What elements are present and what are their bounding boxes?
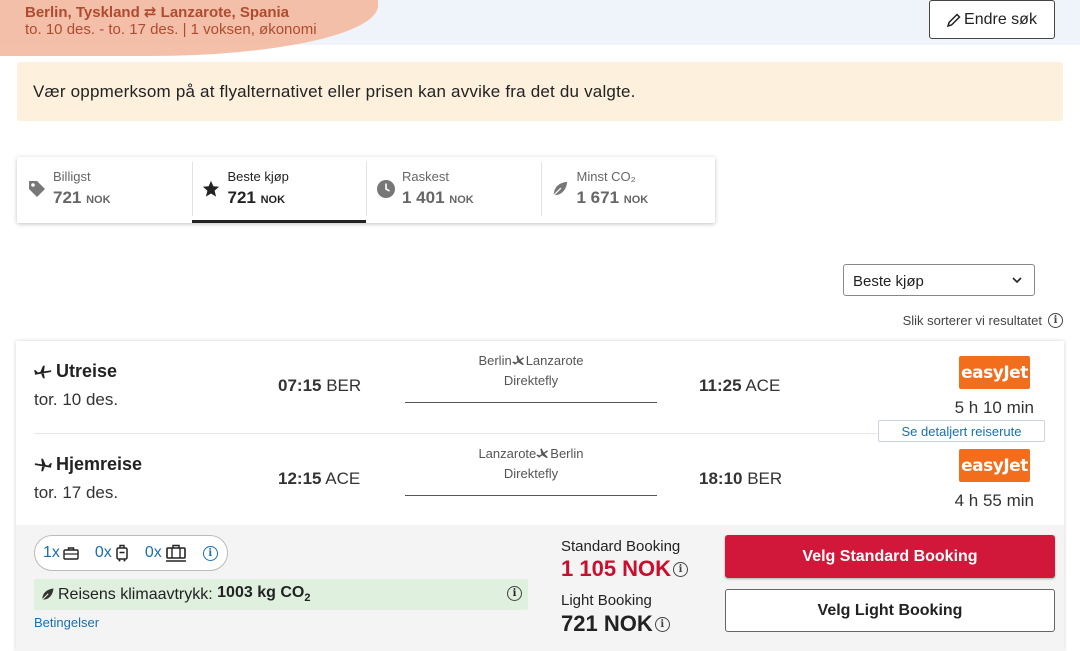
price-warning: Vær oppmerksom på at flyalternativet ell…	[17, 62, 1063, 121]
outbound-route: Berlin Lanzarote Direktefly	[405, 353, 657, 388]
sort-help-link[interactable]: Slik sorterer vi resultatet i	[903, 313, 1063, 328]
tab-label: Billigst	[53, 169, 91, 184]
tab-label: Raskest	[402, 169, 449, 184]
plane-arrival-icon	[34, 458, 52, 471]
destination-city: Lanzarote	[525, 353, 584, 368]
sort-select[interactable]: Beste kjøp	[843, 264, 1035, 296]
sort-select-value: Beste kjøp	[853, 273, 924, 290]
flight-type: Direktefly	[503, 466, 559, 481]
route-line	[405, 495, 657, 496]
route-title: Berlin, Tyskland ⇄ Lanzarote, Spania	[25, 4, 290, 21]
tab-price: 721 NOK	[227, 188, 286, 207]
tab-best-buy[interactable]: Beste kjøp 721 NOK	[191, 157, 366, 223]
detailed-itinerary-link[interactable]: Se detaljert reiserute	[878, 420, 1045, 442]
edit-search-button[interactable]: Endre søk	[929, 0, 1055, 39]
booking-section: 1x 0x 0x i Reisens klimaavtrykk: 1003 kg…	[16, 525, 1064, 651]
tab-fastest[interactable]: Raskest 1 401 NOK	[366, 157, 541, 223]
info-icon[interactable]: i	[654, 616, 670, 632]
tab-price: 721 NOK	[53, 188, 111, 207]
info-icon[interactable]: i	[507, 586, 522, 601]
return-heading: Hjemreise	[34, 454, 142, 475]
destination-city: Berlin	[550, 446, 584, 461]
baggage-summary[interactable]: 1x 0x 0x i	[34, 535, 228, 571]
edit-search-label: Endre søk	[964, 10, 1037, 28]
return-departure: 12:15 ACE	[278, 469, 361, 488]
conditions-link[interactable]: Betingelser	[34, 615, 99, 630]
leaf-icon	[41, 588, 54, 601]
tab-price: 1 401 NOK	[402, 188, 474, 207]
climate-label: Reisens klimaavtrykk:	[58, 585, 213, 603]
easyjet-logo: easyJet	[959, 449, 1030, 482]
tab-least-co2[interactable]: Minst CO₂ 1 671 NOK	[540, 157, 716, 223]
return-title: Hjemreise	[56, 454, 143, 474]
tab-price: 1 671 NOK	[576, 188, 649, 207]
standard-booking-label: Standard Booking	[561, 538, 681, 555]
climate-footprint: Reisens klimaavtrykk: 1003 kg CO2 i	[34, 579, 528, 610]
suitcase-icon	[165, 544, 186, 562]
return-date: tor. 17 des.	[34, 483, 119, 502]
select-standard-booking-button[interactable]: Velg Standard Booking	[725, 535, 1055, 578]
outbound-arrival: 11:25 ACE	[699, 376, 781, 395]
return-arrival: 18:10 BER	[699, 469, 783, 488]
origin-city: Lanzarote	[478, 446, 537, 461]
outbound-departure: 07:15 BER	[278, 376, 362, 395]
leaf-icon	[551, 169, 577, 209]
easyjet-logo: easyJet	[959, 356, 1030, 389]
tab-label: Beste kjøp	[227, 169, 289, 184]
light-booking-price: 721 NOK i	[561, 611, 670, 637]
return-route: Lanzarote Berlin Direktefly	[405, 446, 657, 481]
briefcase-icon	[63, 547, 79, 560]
pencil-icon	[947, 12, 961, 27]
clock-icon	[376, 169, 402, 209]
return-duration: 4 h 55 min	[954, 491, 1034, 510]
plane-departure-icon	[34, 365, 52, 378]
cabin-bag-count: 0x	[95, 544, 129, 562]
info-icon[interactable]: i	[202, 545, 218, 561]
plane-icon	[511, 354, 524, 365]
trolley-icon	[116, 544, 128, 562]
star-icon	[202, 169, 228, 209]
route-line	[405, 402, 657, 403]
standard-booking-price: 1 105 NOK i	[561, 556, 689, 582]
sort-help-label: Slik sorterer vi resultatet	[902, 313, 1042, 328]
flight-result-card: Utreise tor. 10 des. 07:15 BER Berlin La…	[16, 341, 1064, 651]
outbound-duration: 5 h 10 min	[954, 398, 1034, 417]
climate-value: 1003 kg CO2	[217, 584, 311, 605]
tab-cheapest[interactable]: Billigst 721 NOK	[17, 157, 192, 223]
outbound-heading: Utreise	[34, 361, 117, 382]
flight-type: Direktefly	[503, 373, 559, 388]
checked-bag-count: 0x	[145, 544, 187, 562]
tab-label: Minst CO₂	[576, 169, 636, 184]
select-light-booking-button[interactable]: Velg Light Booking	[725, 589, 1055, 632]
outbound-date: tor. 10 des.	[34, 390, 119, 409]
route-details: to. 10 des. - to. 17 des. | 1 voksen, øk…	[25, 21, 317, 38]
chevron-down-icon	[1012, 277, 1022, 284]
personal-item-count: 1x	[43, 544, 79, 562]
origin-city: Berlin	[478, 353, 512, 368]
plane-icon	[536, 447, 549, 458]
tag-icon	[27, 169, 53, 209]
info-icon: i	[1048, 313, 1063, 328]
return-leg: Hjemreise tor. 17 des. 12:15 ACE Lanzaro…	[16, 434, 1064, 526]
light-booking-label: Light Booking	[561, 592, 652, 609]
sort-tabs: Billigst 721 NOK Beste kjøp 721 NOK Rask…	[17, 157, 715, 223]
info-icon[interactable]: i	[673, 561, 689, 577]
outbound-title: Utreise	[56, 361, 118, 381]
outbound-leg: Utreise tor. 10 des. 07:15 BER Berlin La…	[16, 341, 1064, 442]
